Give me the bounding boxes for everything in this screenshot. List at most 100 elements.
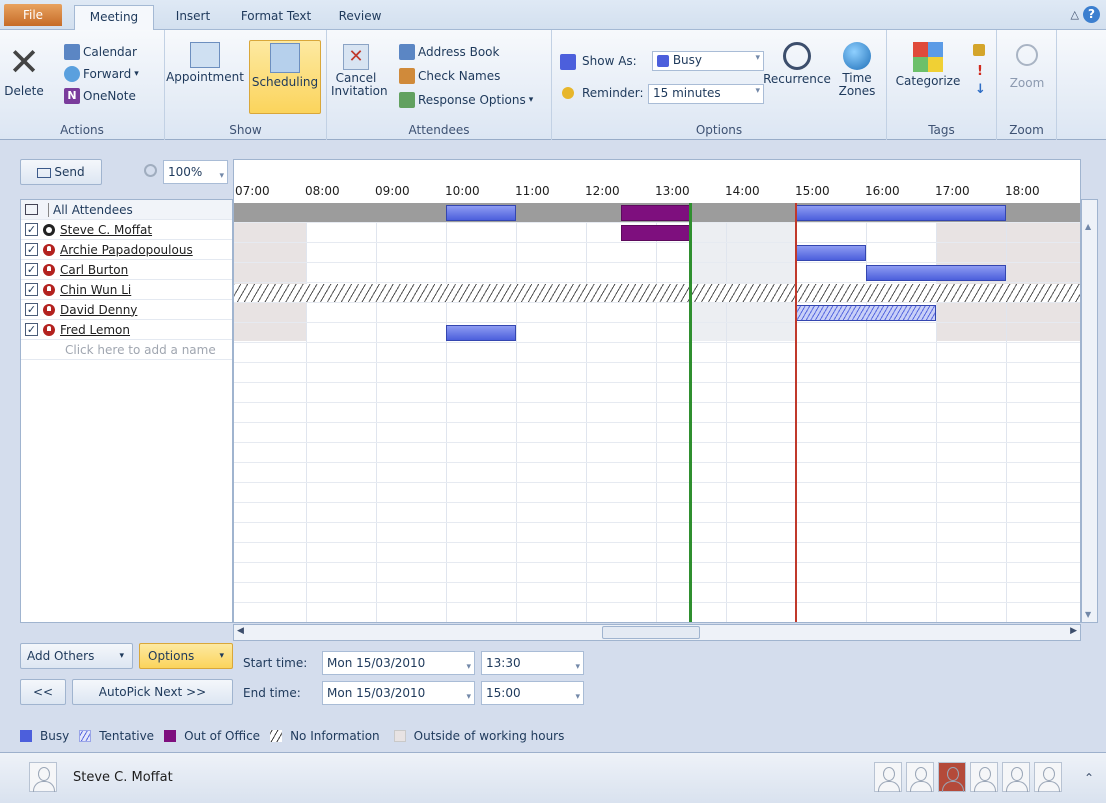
attendee-row[interactable]: ✓ Archie Papadopoulous (21, 240, 232, 260)
avatar[interactable] (906, 762, 934, 792)
appointment-button[interactable]: Appointment (165, 42, 245, 84)
attendee-checkbox[interactable]: ✓ (25, 223, 38, 236)
tab-insert[interactable]: Insert (164, 5, 222, 30)
attendee-name[interactable]: Carl Burton (60, 263, 128, 277)
meeting-end-line[interactable] (795, 203, 797, 622)
response-options-icon (399, 92, 415, 108)
send-button[interactable]: Send (20, 159, 102, 185)
attendee-row[interactable]: ✓ Carl Burton (21, 260, 232, 280)
recurrence-icon (783, 42, 811, 70)
avatar[interactable] (874, 762, 902, 792)
delete-x-icon: ✕ (8, 40, 40, 84)
scroll-right-icon[interactable]: ▶ (1070, 626, 1077, 636)
high-importance-icon[interactable]: ! (977, 64, 983, 79)
forward-button[interactable]: Forward ▾ (64, 66, 139, 82)
chevron-down-icon: ▾ (755, 86, 760, 96)
attendee-name[interactable]: David Denny (60, 303, 137, 317)
scheduling-button[interactable]: Scheduling (249, 40, 321, 114)
check-names-button[interactable]: Check Names (399, 68, 500, 84)
scroll-thumb[interactable] (602, 626, 700, 639)
scroll-up-icon[interactable]: ▲ (1085, 222, 1091, 231)
tentative-block (796, 305, 936, 321)
scroll-down-icon[interactable]: ▼ (1085, 610, 1091, 619)
busy-swatch-icon (20, 730, 32, 742)
attendee-checkbox[interactable]: ✓ (25, 263, 38, 276)
horizontal-scrollbar[interactable]: ◀ ▶ (233, 624, 1081, 641)
attendee-name[interactable]: Fred Lemon (60, 323, 130, 337)
tab-format-text[interactable]: Format Text (232, 5, 320, 30)
help-icon[interactable]: ? (1083, 6, 1100, 23)
meeting-start-line[interactable] (689, 203, 692, 622)
legend-busy: Busy (40, 729, 70, 743)
group-show: Appointment Scheduling Show (165, 30, 327, 140)
attendee-row[interactable]: ✓ Chin Wun Li (21, 280, 232, 300)
options-button[interactable]: Options ▾ (139, 643, 233, 669)
tab-meeting[interactable]: Meeting (74, 5, 154, 31)
attendee-row[interactable]: ✓ Steve C. Moffat (21, 220, 232, 240)
forward-icon (64, 66, 80, 82)
chevron-down-icon: ▾ (755, 53, 760, 63)
attendee-row[interactable]: ✓ Fred Lemon (21, 320, 232, 340)
time-zones-button[interactable]: Time Zones (834, 42, 880, 98)
hour-label: 07:00 (235, 184, 270, 198)
minimize-ribbon-icon[interactable]: △ (1071, 8, 1079, 21)
required-attendee-icon (43, 323, 55, 336)
scroll-left-icon[interactable]: ◀ (237, 626, 244, 636)
add-name-input[interactable]: Click here to add a name (65, 343, 216, 357)
attendee-checkbox[interactable]: ✓ (25, 323, 38, 336)
show-as-dropdown[interactable]: Busy ▾ (652, 51, 764, 71)
low-importance-icon[interactable]: ↓ (975, 82, 986, 97)
busy-block (446, 205, 516, 221)
recurrence-button[interactable]: Recurrence (762, 42, 832, 86)
onenote-button[interactable]: N OneNote (64, 88, 136, 104)
autopick-next-button[interactable]: AutoPick Next >> (72, 679, 233, 705)
private-lock-icon[interactable] (973, 44, 985, 56)
show-as-icon (560, 54, 576, 70)
end-date-picker[interactable]: Mon 15/03/2010 ▾ (322, 681, 475, 705)
delete-button[interactable]: ✕ Delete (2, 42, 46, 98)
vertical-scrollbar[interactable]: ▲ ▼ (1081, 199, 1098, 623)
attendee-name[interactable]: Archie Papadopoulous (60, 243, 193, 257)
start-date-picker[interactable]: Mon 15/03/2010 ▾ (322, 651, 475, 675)
reminder-dropdown[interactable]: 15 minutes ▾ (648, 84, 764, 104)
chevron-down-icon: ▾ (219, 651, 224, 661)
avatar[interactable] (970, 762, 998, 792)
tab-review[interactable]: Review (332, 5, 388, 30)
cancel-invitation-button[interactable]: ✕ Cancel Invitation (331, 44, 388, 98)
add-others-button[interactable]: Add Others ▾ (20, 643, 133, 669)
timeline-row (234, 503, 1080, 523)
start-time-picker[interactable]: 13:30 ▾ (481, 651, 584, 675)
attendee-checkbox[interactable]: ✓ (25, 243, 38, 256)
all-attendees-row: All Attendees (21, 200, 232, 220)
add-name-row[interactable]: Click here to add a name (21, 340, 232, 360)
timeline-row (234, 523, 1080, 543)
avatar[interactable] (29, 762, 57, 792)
attendee-name[interactable]: Chin Wun Li (60, 283, 131, 297)
avatar[interactable] (938, 762, 966, 792)
categorize-button[interactable]: Categorize (893, 42, 963, 88)
envelope-icon[interactable] (25, 204, 38, 215)
attendee-checkbox[interactable]: ✓ (25, 283, 38, 296)
autopick-previous-button[interactable]: << (20, 679, 66, 705)
zoom-magnifier-icon[interactable] (144, 164, 157, 177)
zoom-dropdown[interactable]: 100% ▾ (163, 160, 228, 184)
legend-out-of-office: Out of Office (184, 729, 261, 743)
attendee-name[interactable]: Steve C. Moffat (60, 223, 152, 237)
response-options-button[interactable]: Response Options ▾ (399, 92, 533, 108)
address-book-button[interactable]: Address Book (399, 44, 499, 60)
calendar-button[interactable]: Calendar (64, 44, 137, 60)
free-busy-grid[interactable]: 07:00 08:00 09:00 10:00 11:00 12:00 13:0… (233, 159, 1081, 623)
expand-people-pane-icon[interactable]: ⌃ (1084, 771, 1094, 785)
attendee-checkbox[interactable]: ✓ (25, 303, 38, 316)
zoom-button[interactable]: Zoom (1003, 44, 1051, 90)
legend: Busy Tentative Out of Office No Informat… (0, 723, 1106, 749)
end-time-picker[interactable]: 15:00 ▾ (481, 681, 584, 705)
chevron-down-icon: ▾ (119, 651, 124, 661)
avatar[interactable] (1034, 762, 1062, 792)
required-attendee-icon (43, 263, 55, 276)
busy-block (446, 325, 516, 341)
attendee-row[interactable]: ✓ David Denny (21, 300, 232, 320)
tab-file[interactable]: File (4, 4, 62, 26)
avatar[interactable] (1002, 762, 1030, 792)
timeline-row (234, 543, 1080, 563)
